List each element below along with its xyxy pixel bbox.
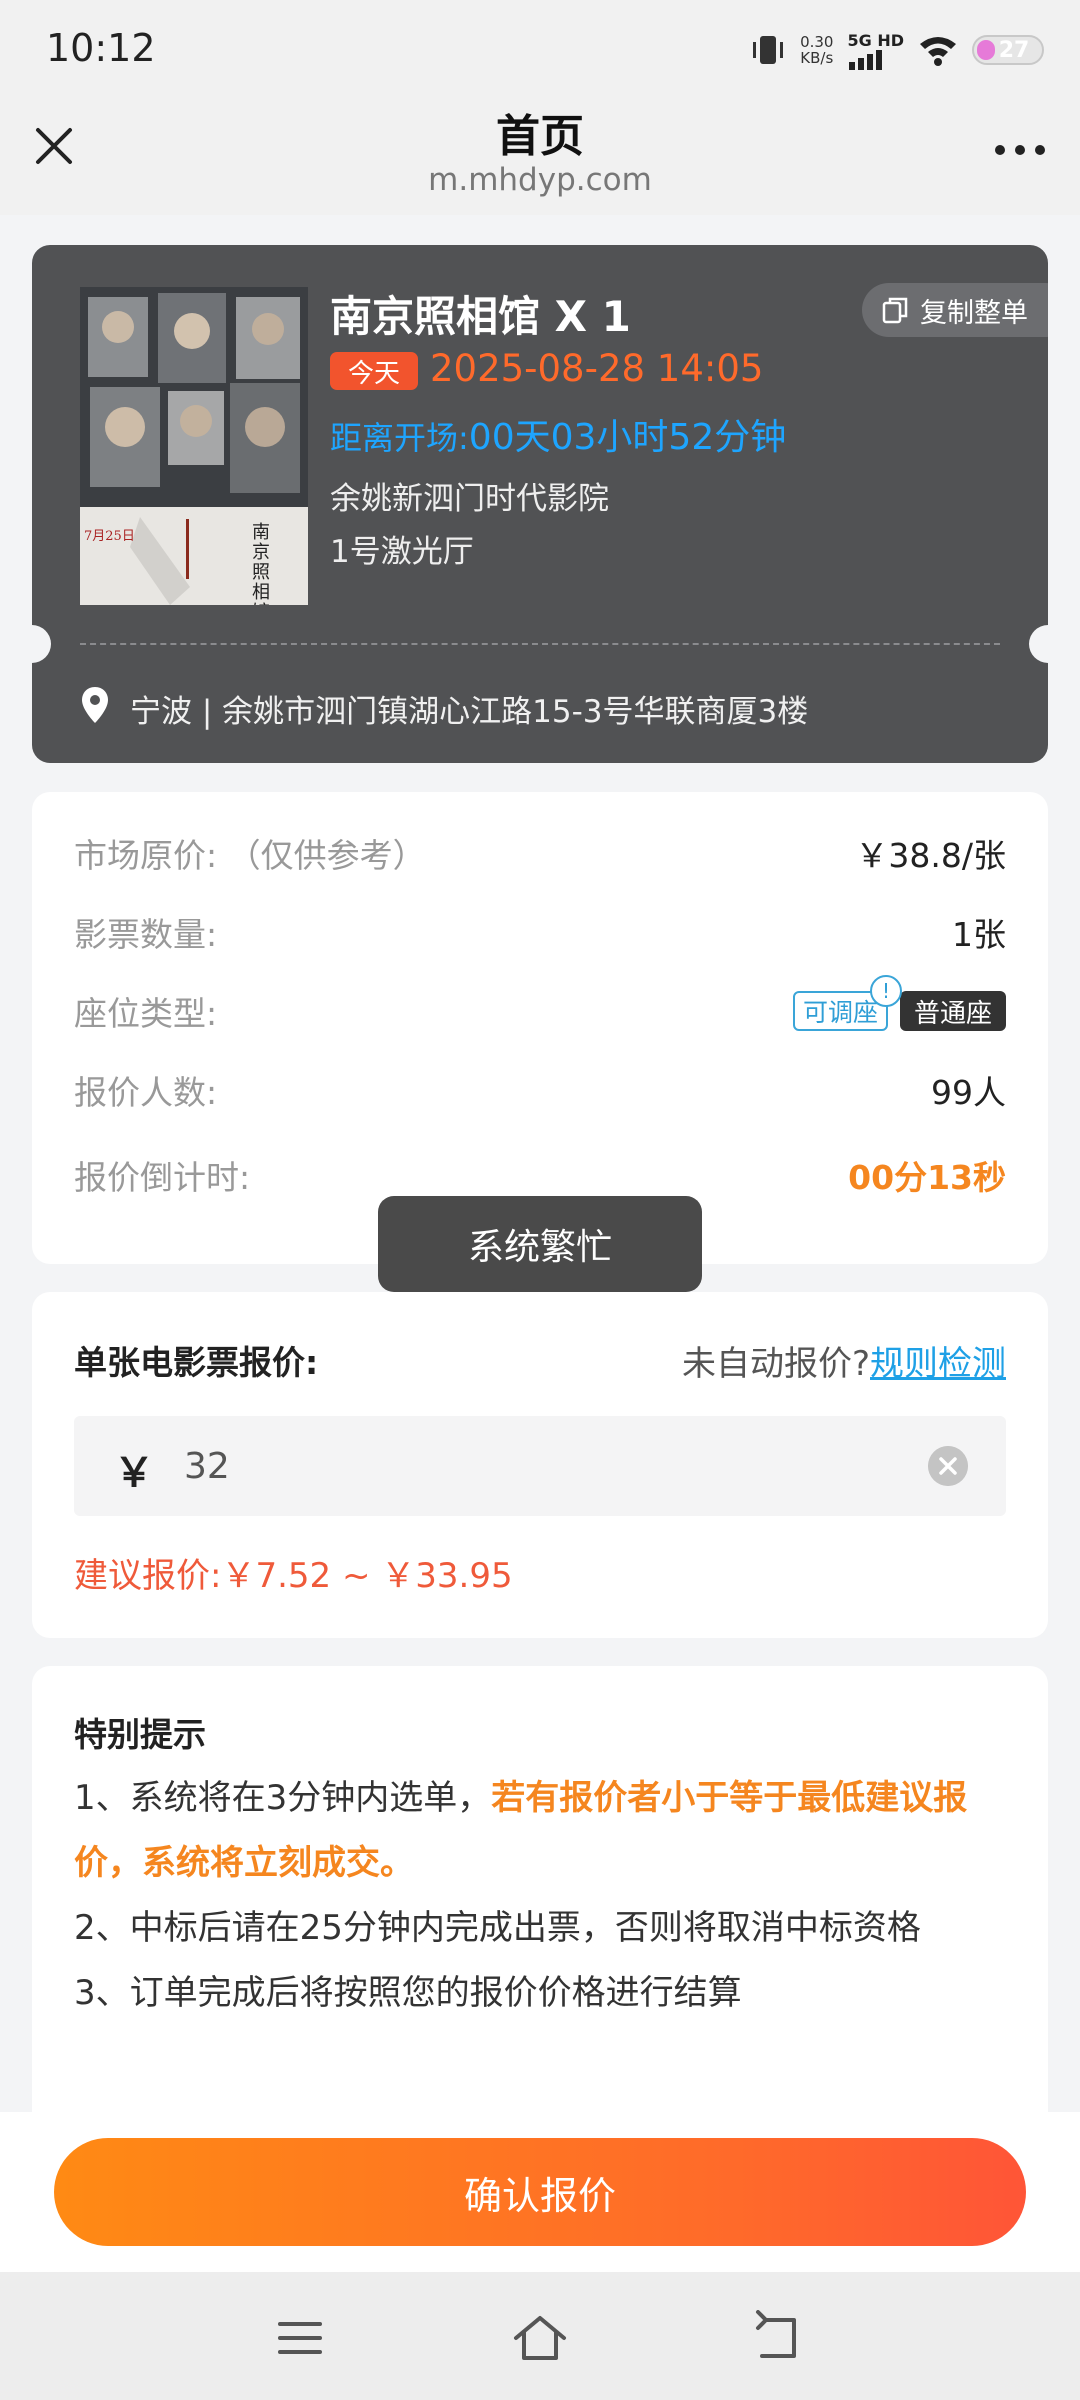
network-speed: 0.30 KB/s bbox=[800, 34, 833, 66]
more-options-icon[interactable] bbox=[990, 130, 1050, 170]
info-icon[interactable]: ! bbox=[869, 975, 902, 1007]
notice-title: 特别提示 bbox=[74, 1715, 206, 1754]
auto-bid-hint-text: 未自动报价? bbox=[681, 1344, 870, 1384]
normal-seat-tag: 普通座 bbox=[899, 991, 1006, 1031]
quantity-value: 1张 bbox=[952, 915, 1006, 954]
confirm-bid-button[interactable]: 确认报价 bbox=[54, 2138, 1026, 2246]
movie-poster: 7月25日 南京照相馆 bbox=[80, 287, 308, 605]
adjustable-seat-label: 可调座 bbox=[802, 998, 878, 1027]
bid-card: 单张电影票报价: 未自动报价?规则检测 ￥ 建议报价:￥7.52 ~ ￥33.9… bbox=[32, 1292, 1048, 1638]
bidders-value: 99人 bbox=[931, 1073, 1006, 1112]
ticket-divider bbox=[80, 643, 1000, 645]
rule-check-link[interactable]: 规则检测 bbox=[870, 1344, 1006, 1384]
ticket-notch-right bbox=[1029, 625, 1048, 663]
copy-icon bbox=[882, 297, 908, 324]
suggested-price-range: 建议报价:￥7.52 ~ ￥33.95 bbox=[74, 1556, 513, 1596]
seat-type-tags: 可调座 ! 普通座 bbox=[792, 975, 1006, 1031]
bid-countdown-row: 报价倒计时: 00分13秒 bbox=[74, 1150, 1006, 1200]
market-price-label: 市场原价: （仅供参考） bbox=[74, 836, 426, 875]
countdown-value: 00天03小时52分钟 bbox=[468, 417, 787, 458]
battery-level: 27 bbox=[998, 37, 1030, 63]
notice-item-1: 1、系统将在3分钟内选单，若有报价者小于等于最低建议报价，系统将立刻成交。 bbox=[74, 1766, 1014, 1896]
page-title: 首页 bbox=[496, 111, 584, 162]
price-input-box: ￥ bbox=[74, 1416, 1006, 1516]
quantity-label: 影票数量: bbox=[74, 915, 218, 954]
hall-name: 1号激光厅 bbox=[330, 534, 474, 570]
cinema-name: 余姚新泗门时代影院 bbox=[330, 481, 609, 517]
showtime-countdown: 距离开场:00天03小时52分钟 bbox=[330, 408, 786, 460]
market-price-row: 市场原价: （仅供参考） ￥38.8/张 bbox=[74, 828, 1006, 878]
copy-order-button[interactable]: 复制整单 bbox=[862, 283, 1048, 337]
battery-indicator: 27 bbox=[972, 35, 1044, 65]
clear-input-icon[interactable] bbox=[928, 1446, 968, 1486]
movie-title: 南京照相馆 X 1 bbox=[330, 292, 631, 341]
vibrate-icon bbox=[753, 36, 784, 64]
system-nav-bar bbox=[0, 2272, 1080, 2400]
bottom-action-bar: 确认报价 bbox=[0, 2112, 1080, 2272]
notice-item-2: 2、中标后请在25分钟内完成出票，否则将取消中标资格 bbox=[74, 1908, 921, 1948]
status-time: 10:12 bbox=[46, 26, 156, 70]
notice-item-1-text: 1、系统将在3分钟内选单， bbox=[74, 1778, 492, 1818]
notice-list: 1、系统将在3分钟内选单，若有报价者小于等于最低建议报价，系统将立刻成交。 2、… bbox=[74, 1766, 1014, 2026]
currency-symbol: ￥ bbox=[114, 1450, 154, 1496]
system-busy-toast: 系统繁忙 bbox=[378, 1196, 702, 1292]
back-icon[interactable] bbox=[752, 2310, 808, 2366]
poster-date: 7月25日 bbox=[84, 529, 135, 544]
market-price-value: ￥38.8/张 bbox=[855, 836, 1006, 875]
ticket-card: 7月25日 南京照相馆 南京照相馆 X 1 复制整单 今天 2025-08-28… bbox=[32, 245, 1048, 763]
countdown-label: 距离开场: bbox=[330, 419, 469, 457]
bid-countdown-value: 00分13秒 bbox=[848, 1158, 1006, 1197]
today-badge: 今天 bbox=[330, 352, 418, 390]
speed-unit: KB/s bbox=[800, 49, 834, 67]
cinema-address: 宁波 | 余姚市泗门镇湖心江路15-3号华联商厦3楼 bbox=[130, 694, 809, 730]
seat-type-label: 座位类型: bbox=[74, 994, 218, 1033]
poster-title: 南京照相馆 bbox=[252, 522, 270, 606]
show-time: 2025-08-28 14:05 bbox=[430, 347, 764, 390]
bid-countdown-label: 报价倒计时: bbox=[74, 1158, 251, 1197]
bidders-label: 报价人数: bbox=[74, 1073, 218, 1112]
notice-item-3: 3、订单完成后将按照您的报价价格进行结算 bbox=[74, 1973, 742, 2013]
menu-icon[interactable] bbox=[272, 2310, 328, 2366]
notice-card: 特别提示 1、系统将在3分钟内选单，若有报价者小于等于最低建议报价，系统将立刻成… bbox=[32, 1666, 1048, 2126]
wifi-icon bbox=[920, 37, 956, 66]
signal-block: 5G HD bbox=[847, 31, 904, 70]
status-bar: 10:12 0.30 KB/s 5G HD 27 bbox=[0, 0, 1080, 100]
copy-order-label: 复制整单 bbox=[920, 297, 1028, 329]
page-header: 首页 m.mhdyp.com bbox=[0, 100, 1080, 215]
bid-title: 单张电影票报价: bbox=[74, 1343, 319, 1382]
home-icon[interactable] bbox=[512, 2310, 568, 2366]
quantity-row: 影票数量: 1张 bbox=[74, 907, 1006, 957]
page-url: m.mhdyp.com bbox=[428, 162, 652, 198]
network-type: 5G HD bbox=[847, 30, 904, 50]
location-pin-icon bbox=[82, 687, 108, 723]
ticket-notch-left bbox=[32, 625, 51, 663]
signal-icon bbox=[849, 49, 883, 70]
auto-bid-hint: 未自动报价?规则检测 bbox=[682, 1336, 1006, 1385]
speed-value: 0.30 bbox=[800, 33, 834, 51]
status-icons: 0.30 KB/s 5G HD 27 bbox=[750, 28, 1044, 72]
adjustable-seat-tag[interactable]: 可调座 ! bbox=[792, 975, 902, 1031]
order-info-card: 市场原价: （仅供参考） ￥38.8/张 影票数量: 1张 座位类型: 可调座 … bbox=[32, 792, 1048, 1264]
price-input[interactable] bbox=[184, 1434, 884, 1498]
seat-type-row: 座位类型: 可调座 ! 普通座 bbox=[74, 975, 1006, 1036]
bidders-row: 报价人数: 99人 bbox=[74, 1065, 1006, 1115]
